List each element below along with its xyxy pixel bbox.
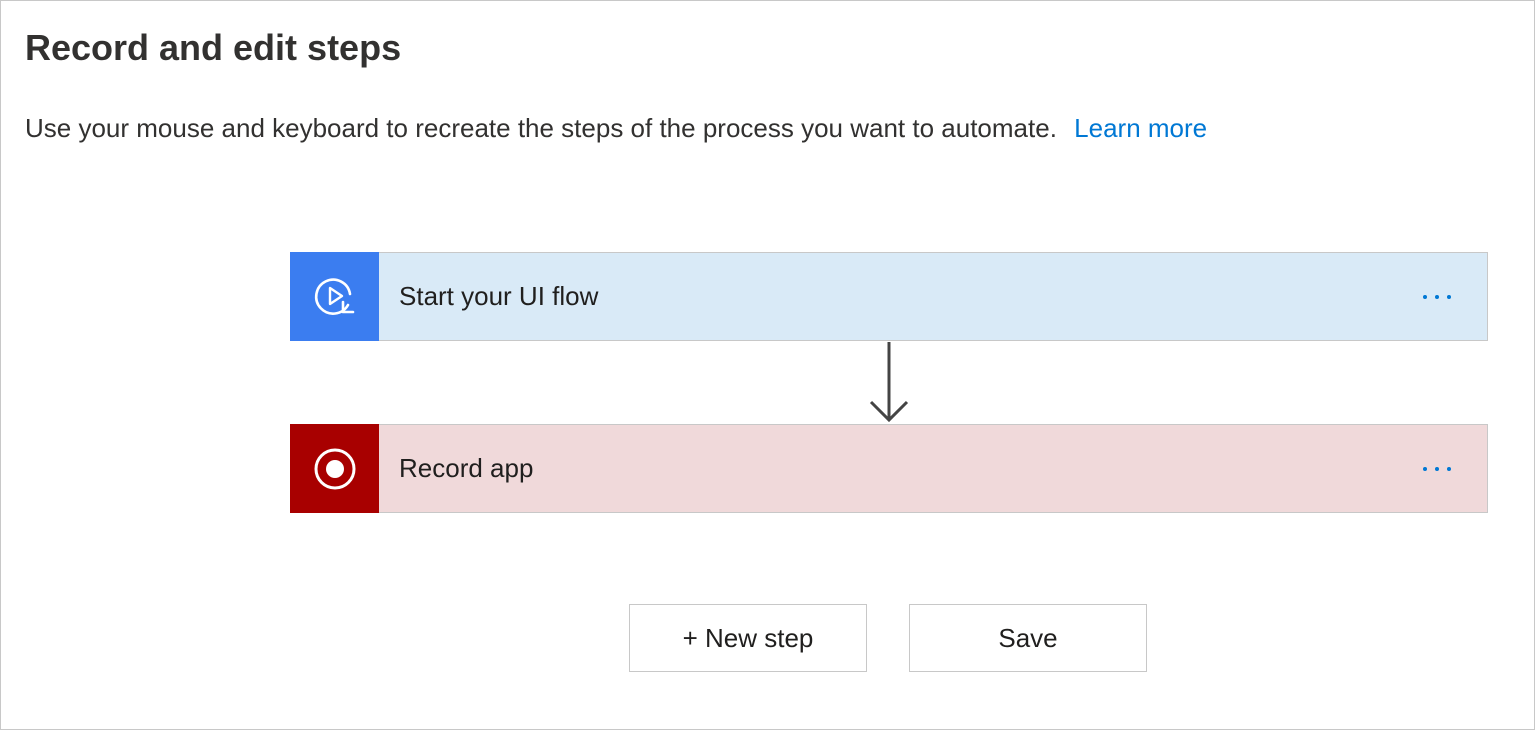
step-icon-tile (290, 424, 379, 513)
step-label: Start your UI flow (399, 281, 599, 311)
more-icon-dot (1435, 294, 1439, 299)
more-options-button[interactable] (1407, 449, 1467, 489)
more-icon-dot (1423, 466, 1427, 471)
description-text: Use your mouse and keyboard to recreate … (25, 113, 1057, 143)
step-card-start-ui-flow[interactable]: Start your UI flow (290, 252, 1488, 341)
step-card-record-app[interactable]: Record app (290, 424, 1488, 513)
new-step-button[interactable]: + New step (629, 604, 867, 672)
step-icon-tile (290, 252, 379, 341)
save-button[interactable]: Save (909, 604, 1147, 672)
play-replay-icon (314, 277, 354, 315)
more-icon-dot (1435, 466, 1439, 471)
more-options-button[interactable] (1407, 277, 1467, 317)
learn-more-link[interactable]: Learn more (1074, 113, 1207, 143)
page-description: Use your mouse and keyboard to recreate … (25, 113, 1207, 144)
main-panel: Record and edit steps Use your mouse and… (0, 0, 1535, 730)
more-icon-dot (1423, 294, 1427, 299)
record-icon (314, 448, 355, 489)
down-arrow-icon (869, 342, 909, 423)
more-icon-dot (1447, 466, 1451, 471)
page-title: Record and edit steps (25, 27, 402, 68)
step-label: Record app (399, 453, 534, 483)
more-icon-dot (1447, 294, 1451, 299)
